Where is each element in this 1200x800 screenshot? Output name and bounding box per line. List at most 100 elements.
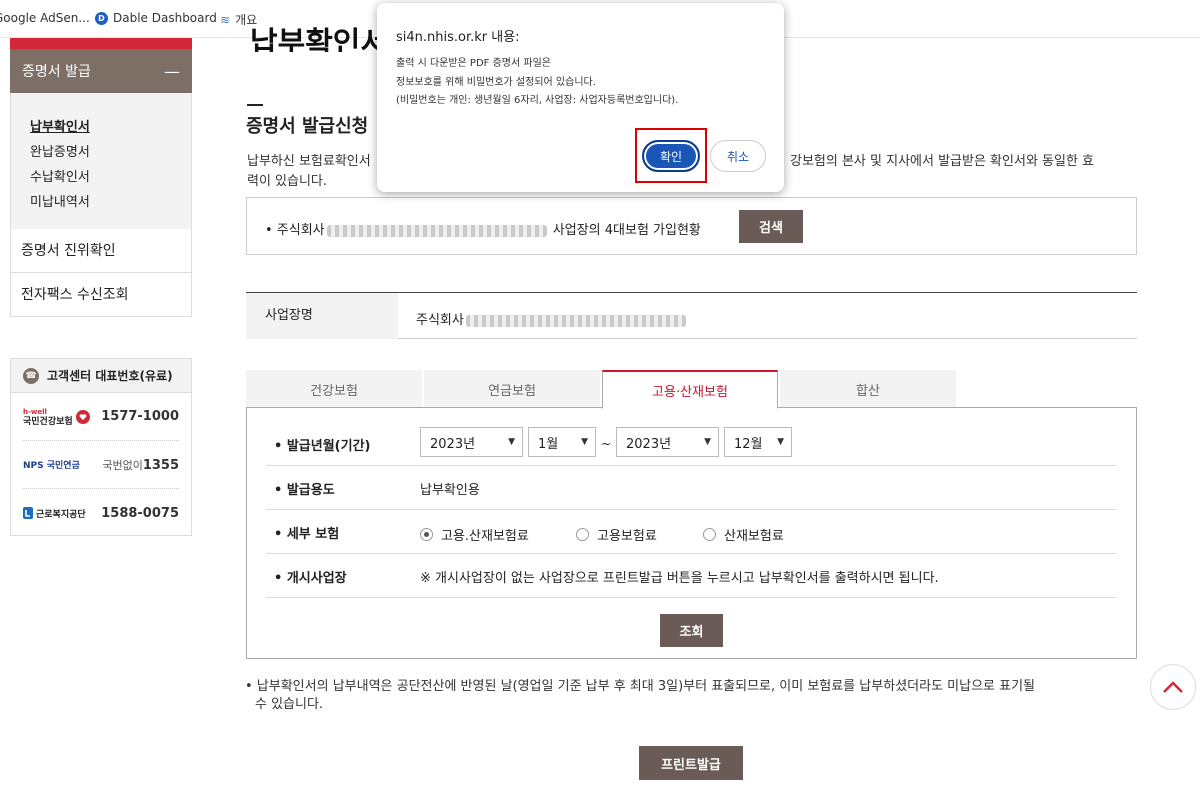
nhis-logo-text: 국민건강보험 <box>23 416 73 427</box>
company-status-text: • 주식회사 사업장의 4대보험 가입현황 <box>265 219 701 238</box>
sidebar-section-label: 증명서 발급 <box>22 64 91 80</box>
section-title: 증명서 발급신청 <box>246 116 369 137</box>
sidebar-item-efax[interactable]: 전자팩스 수신조회 <box>10 273 192 317</box>
company-status-box: • 주식회사 사업장의 4대보험 가입현황 검색 <box>246 197 1137 255</box>
scroll-to-top-button[interactable] <box>1150 664 1196 710</box>
note-line2: 수 있습니다. <box>255 697 324 712</box>
cs-row-comwel: 근로복지공단 1588-0075 <box>23 489 179 537</box>
customer-center-header: ☎ 고객센터 대표번호(유료) <box>11 359 191 393</box>
sidebar-section-certificate[interactable]: 증명서 발급 — <box>10 49 192 93</box>
sidebar-item-full-payment[interactable]: 완납증명서 <box>30 140 191 165</box>
dable-icon: D <box>95 11 108 25</box>
start-site-note: ※ 개시사업장이 없는 사업장으로 프린트발급 버튼을 누르시고 납부확인서를 … <box>420 571 939 586</box>
collapse-icon[interactable]: — <box>164 62 180 81</box>
redacted-company-name <box>326 224 547 237</box>
to-month-value: 12월 <box>734 436 763 452</box>
heart-icon <box>75 409 90 424</box>
period-label: • 발급년월(기간) <box>274 439 371 454</box>
chevron-down-icon: ▼ <box>777 437 784 447</box>
form-row-start-site: • 개시사업장 ※ 개시사업장이 없는 사업장으로 프린트발급 버튼을 누르시고… <box>266 554 1117 598</box>
bookmark-label: Google AdSen... <box>0 11 90 25</box>
from-month-value: 1월 <box>538 436 559 452</box>
phone-icon: ☎ <box>23 367 39 384</box>
tab-health[interactable]: 건강보험 <box>246 370 422 408</box>
note-line1: • 납부확인서의 납부내역은 공단전산에 반영된 날(영업일 기준 납부 후 최… <box>245 679 1036 694</box>
range-tilde: ~ <box>601 437 612 451</box>
form-row-purpose: • 발급용도 납부확인용 <box>266 466 1117 510</box>
tab-pension[interactable]: 연금보험 <box>424 370 600 408</box>
radio-label: 고용.산재보험료 <box>441 529 529 544</box>
from-month-select[interactable]: 1월 ▼ <box>528 427 596 457</box>
sidebar: 증명서 발급 — 납부확인서 완납증명서 수납확인서 미납내역서 증명서 진위확… <box>10 38 192 317</box>
alert-dialog: si4n.nhis.or.kr 내용: 출력 시 다운받은 PDF 증명서 파일… <box>377 3 784 192</box>
from-year-value: 2023년 <box>430 436 476 452</box>
tab-employment-industrial[interactable]: 고용·산재보험 <box>602 370 778 409</box>
query-button[interactable]: 조회 <box>660 614 723 647</box>
cs-row-nhis: h-well 국민건강보험 1577-1000 <box>23 393 179 441</box>
radio-unchecked-icon <box>703 528 716 541</box>
radio-industrial[interactable]: 산재보험료 <box>703 525 784 544</box>
radio-employment[interactable]: 고용보험료 <box>576 525 657 544</box>
to-year-select[interactable]: 2023년 ▼ <box>616 427 719 457</box>
from-year-select[interactable]: 2023년 ▼ <box>420 427 523 457</box>
chevron-up-icon <box>1163 681 1183 693</box>
radio-unchecked-icon <box>576 528 589 541</box>
page: Google AdSen... D Dable Dashboard ≋ 개요 증… <box>0 0 1200 800</box>
description-line1-tail: 강보험의 본사 및 지사에서 발급받은 확인서와 동일한 효 <box>790 154 1095 169</box>
bookmark-dable[interactable]: D Dable Dashboard <box>95 11 217 25</box>
nps-logo: NPS 국민연금 <box>23 461 80 471</box>
sidebar-item-receipt[interactable]: 수납확인서 <box>30 165 191 190</box>
bookmark-adsense[interactable]: Google AdSen... <box>0 11 90 25</box>
business-name-label: 사업장명 <box>246 293 398 339</box>
issuance-form: • 발급년월(기간) 2023년 ▼ 1월 ▼ ~ 2023년 ▼ 12월 ▼ • 발급… <box>246 407 1137 659</box>
sidebar-item-unpaid[interactable]: 미납내역서 <box>30 190 191 215</box>
business-name-value: 주식회사 <box>416 309 688 328</box>
purpose-value: 납부확인용 <box>420 483 480 498</box>
dialog-line1: 출력 시 다운받은 PDF 증명서 파일은 <box>396 58 551 69</box>
nps-phone: 국번없이1355 <box>102 457 179 473</box>
wave-icon: ≋ <box>220 12 231 27</box>
cancel-button[interactable]: 취소 <box>710 140 766 172</box>
description-line1: 납부하신 보험료확인서 <box>247 154 371 169</box>
to-month-select[interactable]: 12월 ▼ <box>724 427 792 457</box>
radio-label: 고용보험료 <box>597 529 657 544</box>
tab-total[interactable]: 합산 <box>780 370 956 408</box>
company-suffix: 사업장의 4대보험 가입현황 <box>552 223 701 238</box>
business-name-row: 사업장명 주식회사 <box>246 292 1137 339</box>
confirm-button[interactable]: 확인 <box>642 140 700 172</box>
radio-employment-industrial[interactable]: 고용.산재보험료 <box>420 525 529 544</box>
start-site-label: • 개시사업장 <box>274 571 347 586</box>
search-button[interactable]: 검색 <box>739 210 803 243</box>
title-dash <box>247 104 263 106</box>
comwel-logo-text: 근로복지공단 <box>36 509 86 520</box>
comwel-logo: 근로복지공단 <box>23 507 86 520</box>
chevron-down-icon: ▼ <box>704 437 711 447</box>
nhis-logo: h-well 국민건강보험 <box>23 407 90 427</box>
customer-center-box: ☎ 고객센터 대표번호(유료) h-well 국민건강보험 1577-1000 … <box>10 358 192 536</box>
description-line2: 력이 있습니다. <box>247 174 328 189</box>
page-title: 납부확인서 <box>250 26 388 52</box>
purpose-label-text: 발급용도 <box>286 483 335 498</box>
form-row-period: • 발급년월(기간) 2023년 ▼ 1월 ▼ ~ 2023년 ▼ 12월 ▼ <box>266 422 1117 466</box>
dialog-line3: (비밀번호는 개인: 생년월일 6자리, 사업장: 사업자등록번호입니다). <box>396 95 679 106</box>
to-year-value: 2023년 <box>626 436 672 452</box>
chevron-down-icon: ▼ <box>581 437 588 447</box>
purpose-label: • 발급용도 <box>274 483 335 498</box>
detail-label-text: 세부 보험 <box>286 527 340 542</box>
print-issue-button[interactable]: 프린트발급 <box>639 746 743 780</box>
company-prefix: • 주식회사 <box>265 223 325 238</box>
nhis-logo-sub: h-well <box>23 407 47 416</box>
payment-note: • 납부확인서의 납부내역은 공단전산에 반영된 날(영업일 기준 납부 후 최… <box>245 678 1145 714</box>
dialog-title: si4n.nhis.or.kr 내용: <box>396 30 520 45</box>
period-label-text: 발급년월(기간) <box>286 439 371 454</box>
comwel-phone-number: 1588-0075 <box>101 505 179 521</box>
nps-phone-number: 1355 <box>142 457 179 473</box>
sidebar-accent-bar <box>10 38 192 49</box>
radio-checked-icon <box>420 528 433 541</box>
dialog-line2: 정보보호를 위해 비밀번호가 설정되어 있습니다. <box>396 77 596 88</box>
sidebar-item-verify[interactable]: 증명서 진위확인 <box>10 229 192 273</box>
sidebar-submenu: 납부확인서 완납증명서 수납확인서 미납내역서 <box>10 93 192 229</box>
business-name-prefix: 주식회사 <box>416 313 464 328</box>
redacted-business-name <box>465 314 686 327</box>
sidebar-item-payment-confirmation[interactable]: 납부확인서 <box>30 115 191 140</box>
